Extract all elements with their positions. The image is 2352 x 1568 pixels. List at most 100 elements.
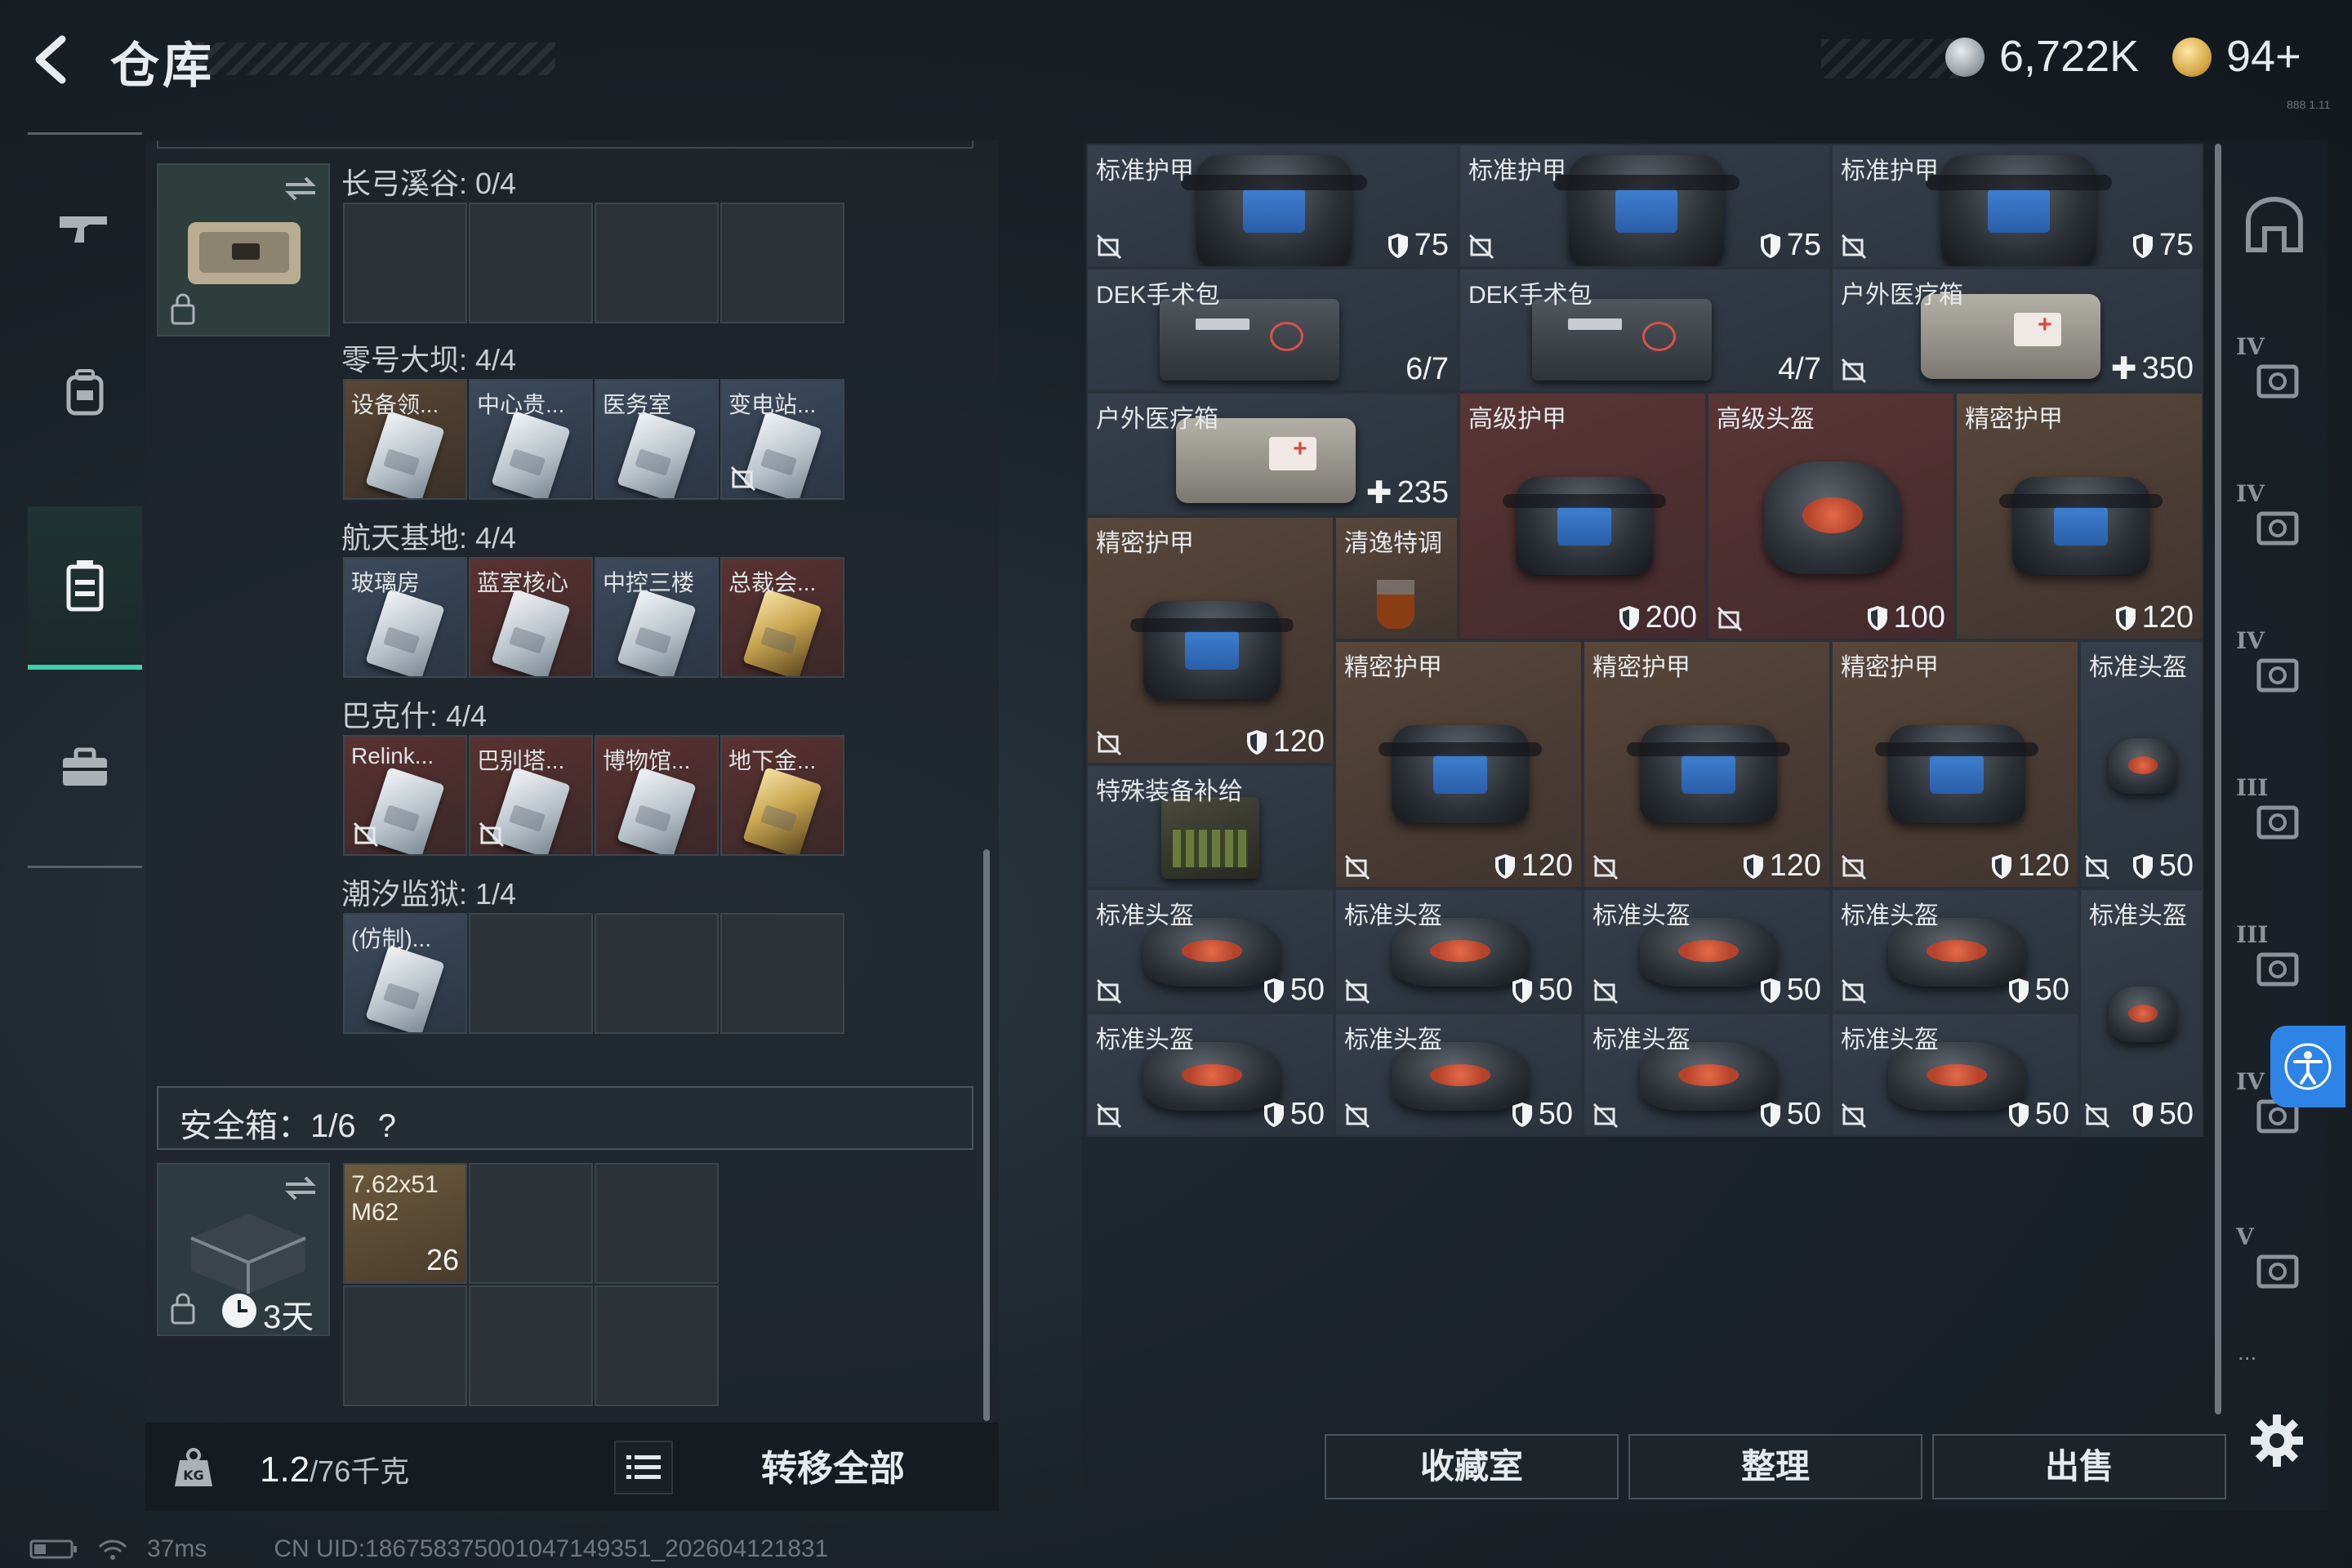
- inventory-item[interactable]: 标准护甲 75: [1831, 144, 2203, 268]
- inventory-item[interactable]: 标准头盔 50: [1831, 1013, 2079, 1137]
- empty-slot[interactable]: [720, 203, 844, 323]
- inventory-item[interactable]: 标准头盔 50: [1334, 1013, 1583, 1137]
- keycard-item[interactable]: 巴别塔...: [469, 735, 593, 856]
- empty-slot[interactable]: [595, 913, 719, 1034]
- accessibility-button[interactable]: [2270, 1026, 2345, 1107]
- inventory-item[interactable]: 标准头盔 50: [1831, 889, 2079, 1013]
- item-value-text: 120: [1272, 724, 1325, 759]
- empty-slot[interactable]: [469, 913, 593, 1034]
- nav-storage[interactable]: [28, 506, 142, 670]
- side-tool-4[interactable]: III: [2230, 768, 2319, 858]
- keycard-item[interactable]: Relink...: [343, 735, 467, 856]
- inventory-item[interactable]: 高级护甲 200: [1459, 392, 1707, 640]
- keycard-item[interactable]: (仿制)...: [343, 913, 467, 1034]
- inventory-item[interactable]: 精密护甲 120: [1583, 640, 1831, 889]
- keycard-grid: 玻璃房 蓝室核心 中控三楼 总裁会...: [343, 557, 844, 678]
- inventory-item[interactable]: 户外医疗箱 ✚350: [1831, 268, 2203, 392]
- tool-tier-label: IV: [2236, 1068, 2265, 1095]
- sell-button[interactable]: 出售: [1932, 1434, 2226, 1499]
- empty-slot[interactable]: [595, 203, 719, 323]
- keycard-icon: [617, 767, 697, 854]
- list-view-button[interactable]: [614, 1441, 673, 1494]
- shield-icon: [1263, 978, 1284, 1003]
- nav-gear[interactable]: [28, 310, 142, 474]
- inventory-item[interactable]: 特殊装备补给: [1086, 764, 1334, 889]
- more-dots[interactable]: ...: [2238, 1339, 2256, 1365]
- nav-case[interactable]: [28, 686, 142, 849]
- empty-slot[interactable]: [595, 1285, 719, 1406]
- inventory-item[interactable]: DEK手术包 6/7: [1086, 268, 1459, 392]
- item-value-text: 50: [1786, 1097, 1821, 1131]
- inventory-item[interactable]: 标准头盔 50: [1086, 1013, 1334, 1137]
- inventory-item[interactable]: 精密护甲 120: [1831, 640, 2079, 889]
- item-value: 75: [2132, 228, 2194, 263]
- side-tool-3[interactable]: IV: [2230, 621, 2319, 710]
- tool-tier-label: III: [2236, 921, 2269, 948]
- tool-storage-home[interactable]: [2230, 180, 2319, 270]
- item-name: 标准头盔: [1344, 1027, 1442, 1054]
- transfer-all-button[interactable]: 转移全部: [719, 1442, 947, 1496]
- empty-slot[interactable]: [469, 203, 593, 323]
- keycard-icon: [491, 411, 571, 498]
- keycard-item[interactable]: 蓝室核心: [469, 557, 593, 678]
- empty-slot[interactable]: [343, 1285, 467, 1406]
- help-icon[interactable]: ?: [378, 1108, 396, 1144]
- sort-button[interactable]: 整理: [1628, 1434, 1922, 1499]
- item-name: 清逸特调: [1344, 530, 1442, 557]
- empty-slot[interactable]: [343, 203, 467, 323]
- keycard-grid: 设备领... 中心贵... 医务室 变电站...: [343, 379, 844, 500]
- back-arrow-icon[interactable]: [24, 31, 82, 88]
- empty-slot[interactable]: [469, 1285, 593, 1406]
- left-scrollbar[interactable]: [983, 849, 990, 1421]
- inventory-item[interactable]: 精密护甲 120: [1955, 392, 2203, 640]
- shield-icon: [1760, 233, 1780, 258]
- empty-slot[interactable]: [720, 913, 844, 1034]
- accessibility-icon: [2284, 1043, 2332, 1090]
- collection-room-button[interactable]: 收藏室: [1325, 1434, 1619, 1499]
- inventory-item[interactable]: 标准护甲 75: [1086, 144, 1459, 268]
- keycard-item[interactable]: 设备领...: [343, 379, 467, 500]
- storage-icon: [66, 560, 104, 612]
- keycard-icon: [365, 945, 445, 1032]
- inventory-item[interactable]: 标准头盔 50: [2079, 640, 2203, 889]
- empty-slot[interactable]: [469, 1163, 593, 1284]
- keycard-name: 巴别塔...: [477, 748, 565, 773]
- item-name: 标准头盔: [1344, 902, 1442, 929]
- inventory-item[interactable]: DEK手术包 4/7: [1459, 268, 1831, 392]
- drink-icon: [1377, 580, 1414, 629]
- keycard-item[interactable]: 总裁会...: [720, 557, 844, 678]
- nav-weapons[interactable]: [28, 147, 142, 310]
- inventory-item[interactable]: 标准头盔 50: [1583, 889, 1831, 1013]
- keycard-item[interactable]: 中控三楼: [595, 557, 719, 678]
- keycard-item[interactable]: 医务室: [595, 379, 719, 500]
- side-tool-2[interactable]: IV: [2230, 474, 2319, 564]
- inventory-item[interactable]: 户外医疗箱 ✚235: [1086, 392, 1459, 516]
- inventory-item[interactable]: 标准头盔 50: [1583, 1013, 1831, 1137]
- empty-slot[interactable]: [595, 1163, 719, 1284]
- armor-vest-icon: [1926, 154, 2112, 266]
- inventory-item[interactable]: 标准头盔 50: [2079, 889, 2203, 1137]
- keycard-case-thumbnail[interactable]: [157, 163, 330, 336]
- gear-icon[interactable]: [2247, 1411, 2306, 1470]
- right-scrollbar[interactable]: [2215, 144, 2221, 1414]
- side-tool-5[interactable]: III: [2230, 915, 2319, 1004]
- inventory-item[interactable]: 标准头盔 50: [1086, 889, 1334, 1013]
- keycard-item[interactable]: 变电站...: [720, 379, 844, 500]
- side-tool-7[interactable]: V: [2230, 1217, 2319, 1307]
- ammo-item[interactable]: 7.62x51 M62 26: [343, 1163, 467, 1284]
- keycard-item[interactable]: 博物馆...: [595, 735, 719, 856]
- gold-value[interactable]: 94+: [2226, 31, 2301, 82]
- keycard-item[interactable]: 地下金...: [720, 735, 844, 856]
- item-name: 标准头盔: [1096, 1027, 1194, 1054]
- inventory-item[interactable]: 精密护甲 120: [1334, 640, 1583, 889]
- gold-icon[interactable]: [2172, 38, 2212, 77]
- inventory-item[interactable]: 高级头盔 100: [1707, 392, 1955, 640]
- keycard-item[interactable]: 中心贵...: [469, 379, 593, 500]
- inventory-item[interactable]: 精密护甲 120: [1086, 516, 1334, 764]
- inventory-item[interactable]: 标准护甲 75: [1459, 144, 1831, 268]
- keycard-item[interactable]: 玻璃房: [343, 557, 467, 678]
- inventory-item[interactable]: 标准头盔 50: [1334, 889, 1583, 1013]
- side-tool-1[interactable]: IV: [2230, 327, 2319, 416]
- inventory-item[interactable]: 清逸特调: [1334, 516, 1459, 640]
- swap-icon[interactable]: [283, 175, 318, 203]
